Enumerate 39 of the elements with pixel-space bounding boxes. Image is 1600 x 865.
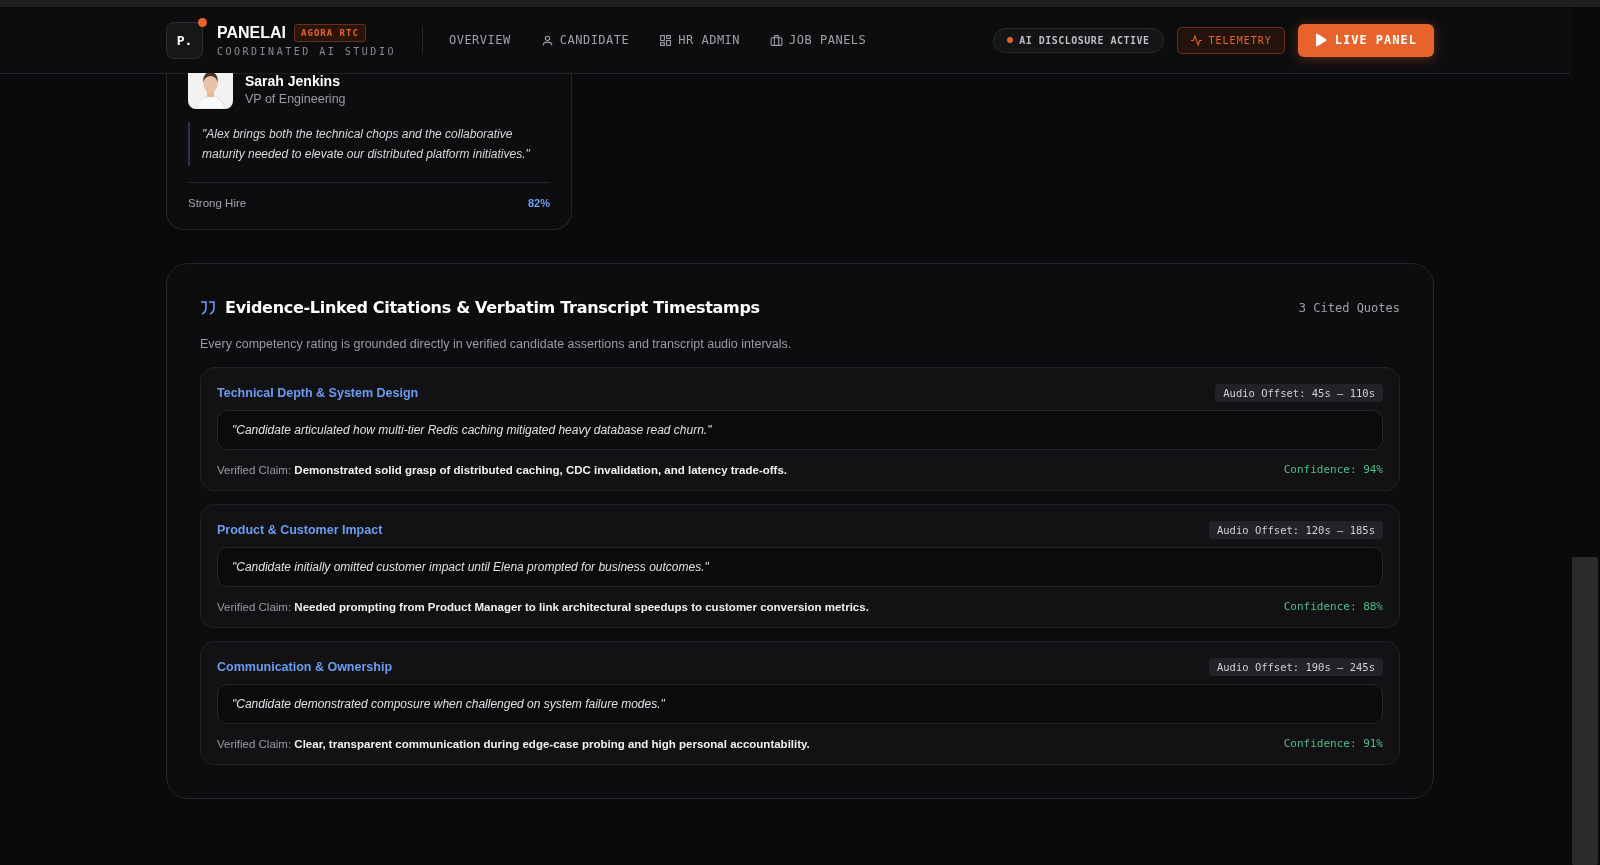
quote-count: 3 Cited Quotes bbox=[1298, 300, 1400, 315]
verified-claim: Verified Claim: Clear, transparent communication during edge-case probing and high personal accountability. bbox=[217, 737, 810, 750]
confidence-score: Confidence: 94% bbox=[1283, 463, 1383, 476]
nav-link[interactable]: CANDIDATE bbox=[540, 33, 630, 47]
competency-title: Communication & Ownership bbox=[217, 660, 392, 674]
nav-link[interactable]: JOB PANELS bbox=[770, 33, 867, 47]
verified-claim: Verified Claim: Demonstrated solid grasp of distributed caching, CDC invalidation, and latency trade-offs. bbox=[217, 463, 787, 476]
confidence-score: Confidence: 91% bbox=[1283, 737, 1383, 750]
reviewer-role: VP of Engineering bbox=[245, 92, 346, 106]
nav-link[interactable]: OVERVIEW bbox=[448, 33, 511, 47]
transcript-quote: "Candidate demonstrated composure when challenged on system failure modes." bbox=[217, 684, 1383, 724]
reviewer-name: Sarah Jenkins bbox=[245, 73, 341, 89]
competency-title: Product & Customer Impact bbox=[217, 523, 383, 537]
verified-claim: Verified Claim: Needed prompting from Product Manager to link architectural speedups to customer conversion metrics. bbox=[217, 600, 869, 613]
audio-offset-tag: Audio Offset: 120s – 185s bbox=[1208, 521, 1383, 539]
play-icon bbox=[1314, 33, 1327, 47]
user-icon bbox=[540, 33, 554, 47]
confidence-score: Confidence: 88% bbox=[1283, 600, 1383, 613]
telemetry-button[interactable]: TELEMETRY bbox=[1176, 26, 1285, 54]
briefcase-icon bbox=[770, 33, 784, 47]
brand-tagline: COORDINATED AI STUDIO bbox=[217, 45, 396, 57]
section-title: Evidence-Linked Citations & Verbatim Transcript Timestamps bbox=[225, 298, 760, 317]
verdict-label: Strong Hire bbox=[188, 197, 247, 209]
status-pill: AI DISCLOSURE ACTIVE bbox=[993, 27, 1164, 53]
pulse-icon bbox=[1189, 33, 1203, 47]
brand-badge: AGORA RTC bbox=[294, 23, 366, 42]
section-subtitle: Every competency rating is grounded directly in verified candidate assertions and transcript audio intervals. bbox=[200, 337, 793, 351]
nav-link[interactable]: HR ADMIN bbox=[659, 33, 741, 47]
audio-offset-tag: Audio Offset: 45s – 110s bbox=[1215, 384, 1383, 402]
scrollbar-thumb[interactable] bbox=[1572, 557, 1598, 865]
brand-name: PANELAI bbox=[217, 23, 287, 42]
transcript-quote: "Candidate articulated how multi-tier Redis caching mitigated heavy database read churn." bbox=[217, 410, 1383, 450]
transcript-quote: "Candidate initially omitted customer impact until Elena prompted for business outcomes." bbox=[217, 547, 1383, 587]
reference-quote: "Alex brings both the technical chops and the collaborative maturity needed to elevate our distributed platform initiatives." bbox=[188, 122, 550, 166]
verdict-score: 82% bbox=[527, 197, 550, 209]
audio-offset-tag: Audio Offset: 190s – 245s bbox=[1208, 658, 1383, 676]
quote-icon bbox=[200, 300, 216, 315]
competency-title: Technical Depth & System Design bbox=[217, 386, 419, 400]
grid-icon bbox=[659, 33, 673, 47]
